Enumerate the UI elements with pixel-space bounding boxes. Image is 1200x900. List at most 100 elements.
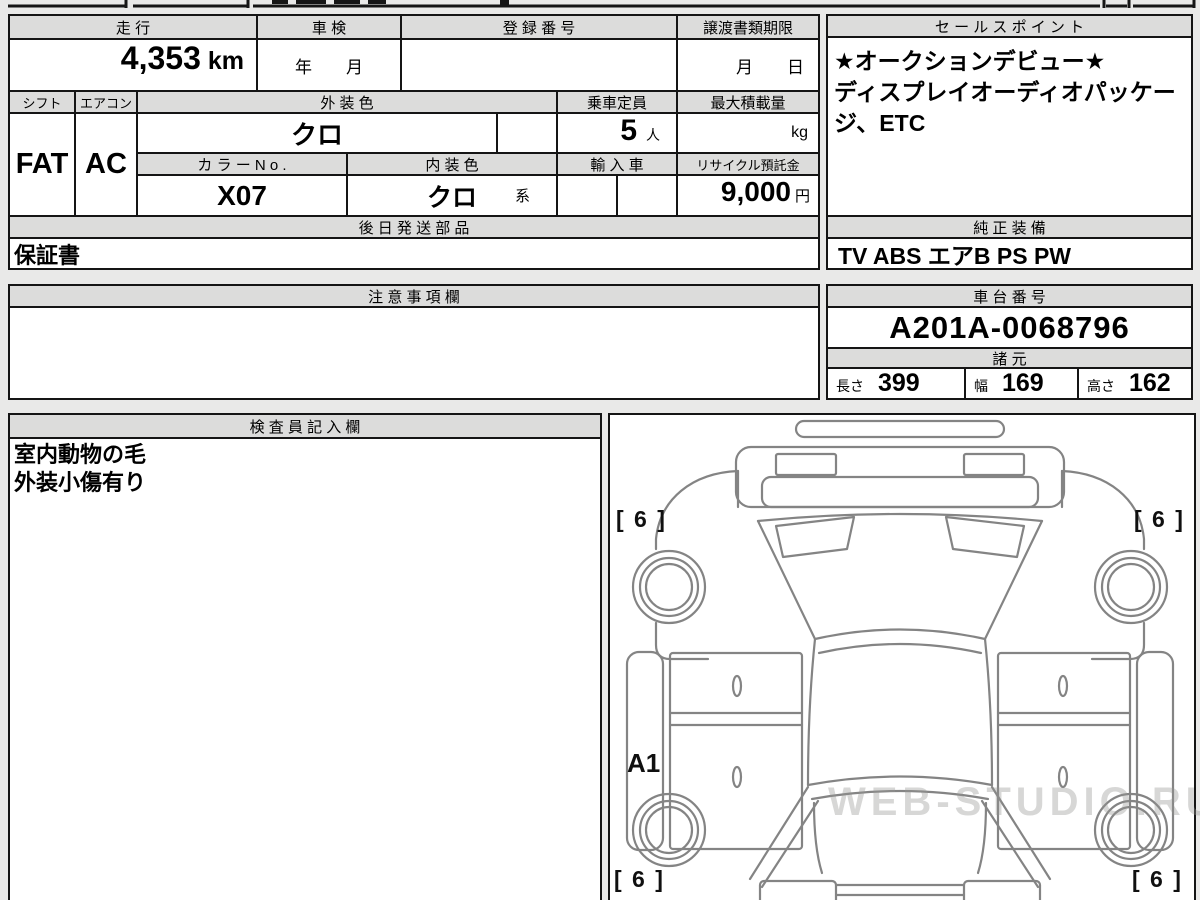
inspector-notes-header: 検 査 員 記 入 欄 [8,413,602,439]
grade-mark-top-right: [ 6 ] [1134,506,1185,532]
recycle-deposit-header: リサイクル預託金 [676,152,820,176]
interior-color-value-cell: クロ 系 [346,174,558,217]
inspection-header: 車 検 [256,14,402,40]
spec-length-cell: 長さ 399 [826,367,966,400]
notes-body [8,306,820,400]
car-top-view-diagram [625,419,1175,900]
recycle-deposit-value-cell: 9,000 円 [676,174,820,217]
a-pillar-right [983,519,1044,641]
chassis-no-header: 車 台 番 号 [826,284,1193,308]
roof-front-arc-inner [817,642,983,655]
front-fender-left [654,469,740,551]
inspection-value-cell: 年 月 [256,38,402,92]
max-load-header: 最大積載量 [676,90,820,114]
spec-length-value: 399 [878,369,920,397]
windshield-top-edge [756,512,1044,523]
shift-header: シフト [8,90,76,114]
interior-color-value: クロ [426,183,477,212]
recycle-deposit-unit: 円 [794,188,810,205]
spec-length-label: 長さ [836,378,864,394]
genuine-equipment-header: 純 正 装 備 [826,215,1193,239]
sales-point-body: ★オークションデビュー★ ディスプレイオーディオパッケー ジ、ETC [826,36,1193,217]
wiper-right-shape [944,515,1026,559]
headlight-left-shape [774,452,838,477]
interior-color-suffix: 系 [514,188,530,205]
rear-quarter-left-outer [748,785,810,881]
inspector-note-line: 室内動物の毛 [14,442,147,467]
imported-value-cell-right [616,174,678,217]
wiper-left-shape [774,515,856,559]
specs-header: 諸 元 [826,347,1193,369]
exterior-color-header: 外 装 色 [136,90,558,114]
rear-lamp-right-shape [962,879,1042,900]
door-handle [731,765,743,789]
transfer-deadline-header: 譲渡書類期限 [676,14,820,40]
mileage-value-cell: 4,353 km [8,38,258,92]
grade-mark-bottom-right: [ 6 ] [1132,866,1183,892]
color-no-header: カ ラ ー N o . [136,152,348,176]
notes-header: 注 意 事 項 欄 [8,284,820,308]
headlight-right-shape [962,452,1026,477]
mileage-unit: km [207,47,244,75]
imported-value-cell-left [556,174,618,217]
capacity-value: 5 [620,114,637,147]
door-handle [731,674,743,698]
later-parts-header: 後 日 発 送 部 品 [8,215,820,239]
roof-side-left [806,637,817,787]
spec-width-label: 幅 [974,378,988,394]
spec-height-value: 162 [1129,369,1171,397]
cropped-row-remnant [8,0,1196,8]
shift-value-cell: FAT [8,112,76,217]
hatch-side-right [976,801,988,875]
spec-height-cell: 高さ 162 [1077,367,1193,400]
interior-color-header: 内 装 色 [346,152,558,176]
rear-window-arc-inner [810,789,990,801]
front-bumper-shape [794,419,1006,439]
capacity-header: 乗車定員 [556,90,678,114]
later-parts-value-cell: 保証書 [8,237,820,270]
aircon-value-cell: AC [74,112,138,217]
transfer-deadline-value-cell: 月 日 [676,38,820,92]
rear-quarter-right-outer [990,785,1052,881]
capacity-value-cell: 5 人 [556,112,678,154]
sales-point-header: セ ー ル ス ポ イ ン ト [826,14,1193,38]
roof-side-right [983,637,994,787]
auction-sheet: 走 行 車 検 登 録 番 号 譲渡書類期限 4,353 km 年 月 月 日 … [0,0,1200,900]
color-no-value-cell: X07 [136,174,348,217]
spec-height-label: 高さ [1087,378,1115,394]
rear-lamp-left-shape [758,879,838,900]
spec-width-value: 169 [1002,369,1044,397]
registration-header: 登 録 番 号 [400,14,678,40]
rear-window-arc [806,775,994,787]
chassis-no-value: A201A-0068796 [826,306,1193,349]
car-diagram-box [608,413,1196,900]
door-handle [1057,765,1069,789]
exterior-color-value-cell: クロ [136,112,498,154]
a-pillar-left [756,519,817,641]
wheel-front-right [1093,549,1169,625]
exterior-color-spare-cell [496,112,558,154]
mileage-value: 4,353 [120,40,201,76]
roof-front-arc [813,628,987,641]
recycle-deposit-value: 9,000 [720,176,791,207]
mileage-header: 走 行 [8,14,258,40]
capacity-unit: 人 [646,127,660,143]
imported-header: 輸 入 車 [556,152,678,176]
cowl-shape [760,475,1040,509]
sales-point-line: ★オークションデビュー★ [834,48,1106,74]
inspector-notes-body: 室内動物の毛 外装小傷有り [8,437,602,900]
grade-mark-top-left: [ 6 ] [616,506,667,532]
registration-value-cell [400,38,678,92]
sales-point-line: ジ、ETC [834,110,926,136]
wheel-front-left [631,549,707,625]
sales-point-line: ディスプレイオーディオパッケー [834,79,1176,105]
front-fender-right [1060,469,1146,551]
genuine-equipment-value: TV ABS エアB PS PW [826,237,1193,270]
spec-width-cell: 幅 169 [964,367,1079,400]
max-load-value-cell: kg [676,112,820,154]
aircon-header: エアコン [74,90,138,114]
grade-mark-bottom-left: [ 6 ] [614,866,665,892]
door-handle [1057,674,1069,698]
inspector-note-line: 外装小傷有り [14,470,147,495]
damage-code-a1: A1 [627,748,661,778]
